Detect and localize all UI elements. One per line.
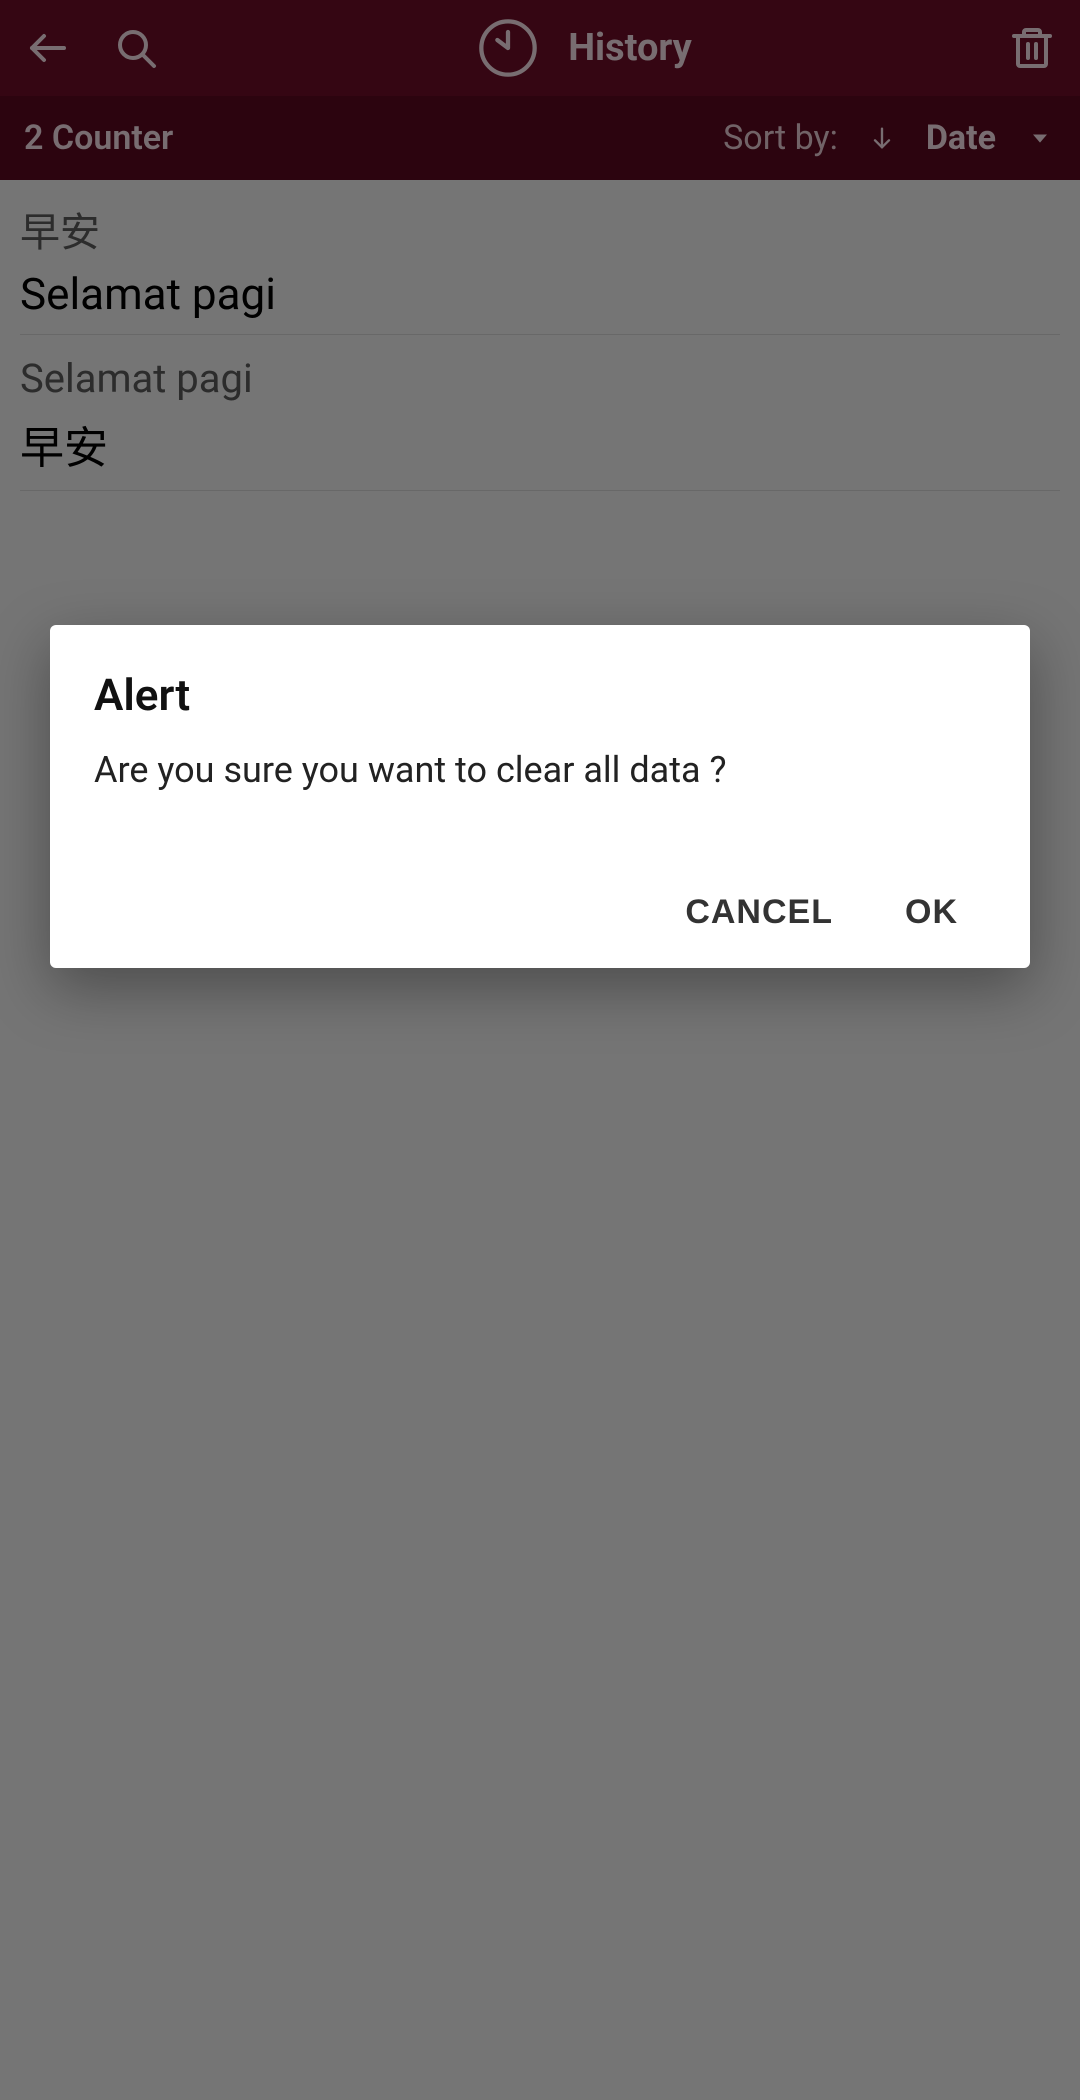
ok-button[interactable]: OK	[897, 881, 966, 944]
dialog-message: Are you sure you want to clear all data …	[94, 749, 986, 791]
alert-dialog: Alert Are you sure you want to clear all…	[50, 625, 1030, 968]
dialog-title: Alert	[94, 669, 986, 721]
dialog-buttons: CANCEL OK	[94, 881, 986, 944]
modal-overlay[interactable]	[0, 0, 1080, 2100]
cancel-button[interactable]: CANCEL	[677, 881, 841, 944]
